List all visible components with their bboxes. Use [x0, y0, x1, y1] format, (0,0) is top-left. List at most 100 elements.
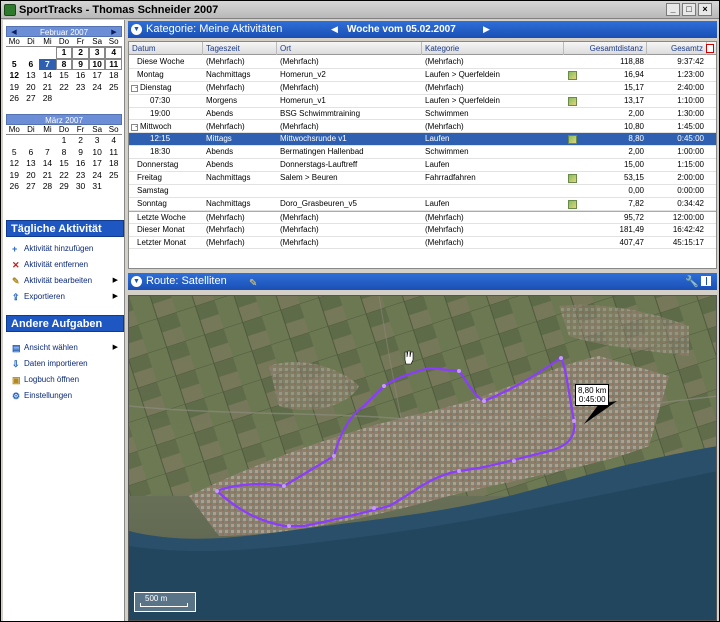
- task-item[interactable]: ▣ Logbuch öffnen: [6, 372, 124, 388]
- column-header[interactable]: Tageszeit: [203, 42, 277, 55]
- table-row[interactable]: Letzte Woche (Mehrfach) (Mehrfach) (Mehrfac…: [129, 210, 716, 224]
- calendar-day[interactable]: 3: [89, 135, 106, 147]
- prev-week-icon[interactable]: ◀: [331, 21, 338, 38]
- task-item[interactable]: ▤ Ansicht wählen ▶: [6, 340, 124, 356]
- calendar-day[interactable]: 24: [89, 82, 106, 94]
- calendar-day[interactable]: 9: [72, 58, 89, 70]
- maximize-icon[interactable]: □: [682, 3, 696, 16]
- calendar-day[interactable]: 24: [89, 170, 106, 182]
- calendar-day[interactable]: 23: [72, 170, 89, 182]
- route-map-icon[interactable]: [568, 199, 577, 209]
- calendar-day[interactable]: 7: [39, 58, 56, 70]
- column-header[interactable]: Datum: [129, 42, 203, 55]
- calendar-day[interactable]: 21: [39, 82, 56, 94]
- calendar-day[interactable]: 20: [23, 82, 40, 94]
- calendar-day[interactable]: 29: [56, 181, 73, 193]
- calendar-day[interactable]: 10: [88, 58, 106, 70]
- calendar-day[interactable]: 1: [56, 135, 73, 147]
- calendar-day[interactable]: 13: [23, 70, 40, 82]
- task-item[interactable]: + Aktivität hinzufügen: [6, 241, 124, 257]
- calendar-day[interactable]: 4: [105, 135, 122, 147]
- map-canvas[interactable]: [129, 296, 717, 621]
- calendar-day[interactable]: 27: [23, 181, 40, 193]
- column-chooser-icon[interactable]: [706, 44, 714, 53]
- calendar-day[interactable]: 26: [6, 181, 23, 193]
- calendar-day[interactable]: 25: [105, 82, 122, 94]
- calendar-day[interactable]: 19: [6, 170, 23, 182]
- table-row[interactable]: Letzter Monat (Mehrfach) (Mehrfach) (Mehrfa…: [129, 237, 716, 250]
- calendar-day[interactable]: 28: [39, 93, 56, 105]
- column-header[interactable]: Gesamtz: [647, 42, 707, 55]
- calendar-day[interactable]: 15: [56, 70, 73, 82]
- calendar-day[interactable]: 7: [39, 147, 56, 159]
- task-item[interactable]: ⇪ Exportieren ▶: [6, 289, 124, 305]
- calendar-day[interactable]: 11: [105, 147, 122, 159]
- calendar-day[interactable]: 6: [23, 147, 40, 159]
- calendar-day[interactable]: 3: [88, 47, 106, 59]
- prev-month-icon[interactable]: ◀: [9, 27, 19, 38]
- column-header[interactable]: Ort: [277, 42, 422, 55]
- calendar-day[interactable]: 8: [56, 147, 73, 159]
- task-item[interactable]: ⇩ Daten importieren: [6, 356, 124, 372]
- route-map-icon[interactable]: [568, 135, 577, 145]
- table-row[interactable]: Donnerstag Abends Donnerstags-Lauftreff Lau…: [129, 159, 716, 173]
- calendar-day[interactable]: 15: [56, 158, 73, 170]
- column-header[interactable]: Gesamtdistanz: [564, 42, 647, 55]
- satellite-map[interactable]: 8,80 km 0:45:00 500 m: [128, 295, 717, 621]
- close-icon[interactable]: ×: [698, 3, 712, 16]
- calendar-day[interactable]: 14: [39, 70, 56, 82]
- table-row[interactable]: Sonntag Nachmittags Doro_Grasbeuren_v5 Lauf…: [129, 198, 716, 211]
- table-row[interactable]: Samstag 0,00 0:00:00: [129, 185, 716, 198]
- table-row[interactable]: 12:15 Mittags Mittwochsrunde v1 Laufen 8,80 0…: [129, 133, 716, 147]
- route-map-icon[interactable]: [568, 96, 577, 106]
- calendar-day[interactable]: 2: [72, 135, 89, 147]
- calendar-day[interactable]: 14: [39, 158, 56, 170]
- calendar-day[interactable]: 4: [105, 47, 122, 59]
- calendar-day[interactable]: 27: [23, 93, 40, 105]
- calendar-day[interactable]: 5: [6, 59, 23, 71]
- calendar-day[interactable]: 25: [105, 170, 122, 182]
- route-map-icon[interactable]: [568, 70, 577, 80]
- next-month-icon[interactable]: ▶: [109, 27, 119, 38]
- wrench-icon[interactable]: 🔧: [685, 274, 699, 291]
- table-row[interactable]: 19:00 Abends BSG Schwimmtraining Schwimmen 2…: [129, 108, 716, 121]
- calendar-day[interactable]: 17: [89, 158, 106, 170]
- calendar-day[interactable]: 23: [72, 82, 89, 94]
- calendar-day[interactable]: 5: [6, 147, 23, 159]
- table-row[interactable]: Dieser Monat (Mehrfach) (Mehrfach) (Mehrfac…: [129, 224, 716, 237]
- calendar-day[interactable]: 20: [23, 170, 40, 182]
- task-item[interactable]: ✎ Aktivität bearbeiten ▶: [6, 273, 124, 289]
- calendar-day[interactable]: 30: [72, 181, 89, 193]
- pencil-icon[interactable]: ✎: [249, 275, 257, 292]
- calendar-day[interactable]: 17: [89, 70, 106, 82]
- table-row[interactable]: 18:30 Abends Bermatingen Hallenbad Schwimme…: [129, 146, 716, 160]
- table-row[interactable]: 07:30 Morgens Homerun_v1 Laufen > Querfelde…: [129, 95, 716, 108]
- calendar-day[interactable]: 31: [89, 181, 106, 193]
- calendar-day[interactable]: 16: [72, 158, 89, 170]
- calendar-day[interactable]: 18: [105, 158, 122, 170]
- table-row[interactable]: Montag Nachmittags Homerun_v2 Laufen > Quer…: [129, 69, 716, 82]
- collapse-route-icon[interactable]: ▼: [131, 276, 142, 287]
- column-header[interactable]: Kategorie: [422, 42, 564, 55]
- task-item[interactable]: ✕ Aktivität entfernen: [6, 257, 124, 273]
- calendar-day[interactable]: 2: [72, 47, 89, 59]
- calendar-day[interactable]: 21: [39, 170, 56, 182]
- minimize-icon[interactable]: _: [666, 3, 680, 16]
- calendar-day[interactable]: 8: [55, 58, 73, 70]
- task-item[interactable]: ⚙ Einstellungen: [6, 388, 124, 404]
- calendar-day[interactable]: 10: [89, 147, 106, 159]
- calendar-day[interactable]: 12: [6, 70, 23, 82]
- calendar-day[interactable]: 22: [56, 170, 73, 182]
- route-map-icon[interactable]: [568, 174, 577, 184]
- calendar-day[interactable]: 12: [6, 158, 23, 170]
- calendar-day[interactable]: 1: [55, 47, 73, 59]
- layout-icon[interactable]: [701, 276, 711, 286]
- calendar-day[interactable]: 16: [72, 70, 89, 82]
- calendar-day[interactable]: 18: [105, 70, 122, 82]
- table-row[interactable]: −Dienstag(Mehrfach)(Mehrfach)(Mehrfach)1…: [129, 82, 716, 95]
- calendar-day[interactable]: 19: [6, 82, 23, 94]
- next-week-icon[interactable]: ▶: [483, 21, 490, 38]
- calendar-day[interactable]: 28: [39, 181, 56, 193]
- collapse-icon[interactable]: ▼: [131, 24, 142, 35]
- calendar-day[interactable]: 13: [23, 158, 40, 170]
